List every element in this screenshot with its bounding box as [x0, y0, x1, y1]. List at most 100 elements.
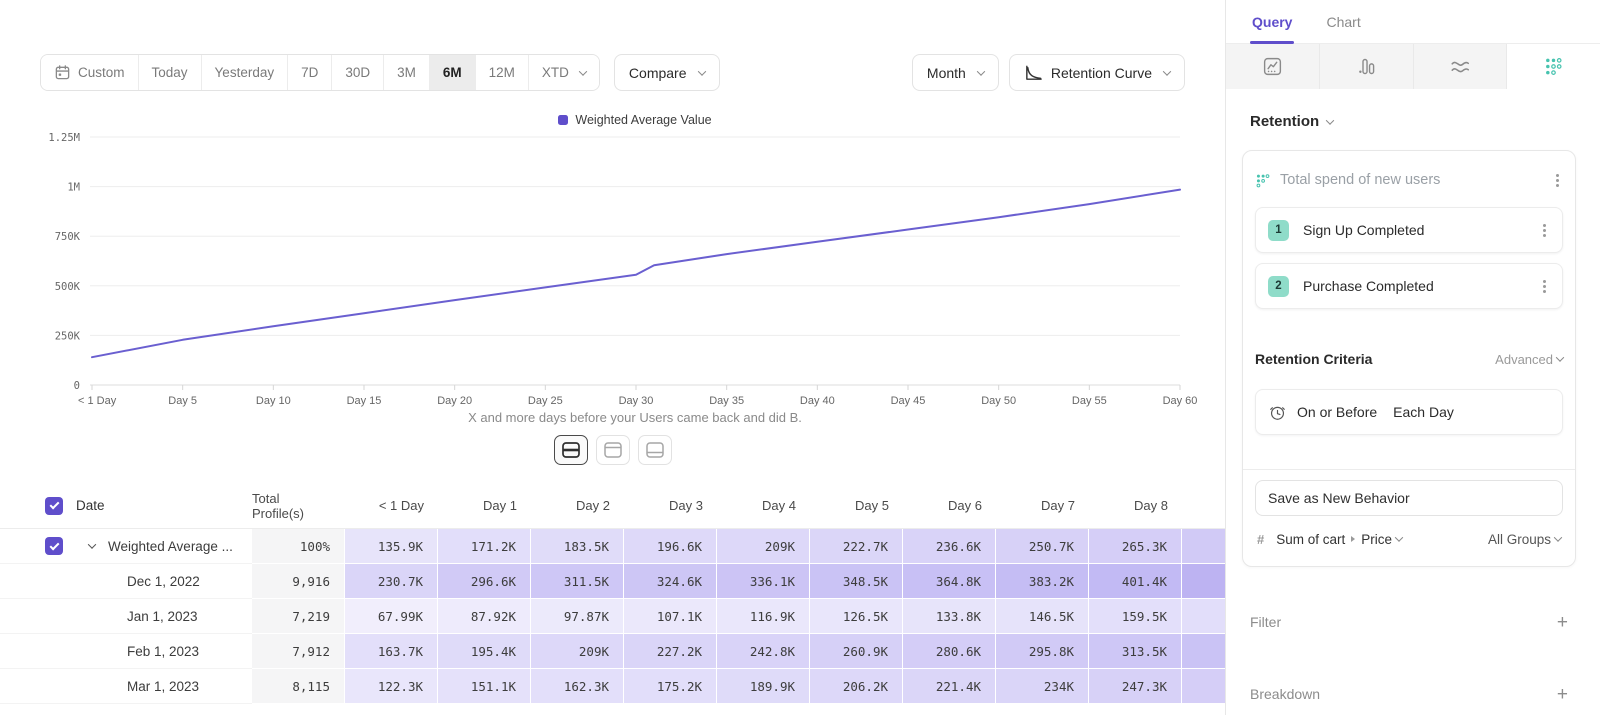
chart-type-select[interactable]: Retention Curve: [1009, 54, 1185, 91]
add-breakdown-button[interactable]: +: [1557, 685, 1568, 704]
criteria-mode-select[interactable]: Advanced: [1495, 352, 1563, 367]
insights-report-button[interactable]: [1226, 44, 1320, 89]
range-6m[interactable]: 6M: [429, 55, 475, 90]
funnels-report-button[interactable]: [1320, 44, 1414, 89]
range-xtd[interactable]: XTD: [528, 55, 599, 90]
event-row-sign-up-completed[interactable]: 1Sign Up Completed: [1255, 207, 1563, 253]
save-as-new-behavior-button[interactable]: Save as New Behavior: [1255, 480, 1563, 516]
row-label-cell[interactable]: Mar 1, 2023: [0, 669, 252, 704]
header-day-8[interactable]: Day 8: [1089, 498, 1182, 513]
header-day-3[interactable]: Day 3: [624, 498, 717, 513]
range-today[interactable]: Today: [138, 55, 201, 90]
retention-value-cell[interactable]: 401.4K: [1089, 564, 1182, 599]
split-view-button[interactable]: [554, 435, 588, 465]
row-label-cell[interactable]: Weighted Average ...: [0, 529, 252, 564]
range-custom[interactable]: Custom: [41, 55, 138, 90]
retention-value-cell[interactable]: 324.6K: [624, 564, 717, 599]
retention-value-cell[interactable]: 313.5K: [1089, 634, 1182, 669]
tab-query[interactable]: Query: [1252, 0, 1292, 44]
behavior-title-row[interactable]: Total spend of new users: [1255, 163, 1563, 197]
table-view-button[interactable]: [638, 435, 672, 465]
retention-value-cell[interactable]: 206.2K: [810, 669, 903, 704]
chart-view-button[interactable]: [596, 435, 630, 465]
row-checkbox[interactable]: [45, 497, 63, 515]
row-checkbox[interactable]: [45, 537, 63, 555]
flows-report-button[interactable]: [1414, 44, 1508, 89]
retention-value-cell[interactable]: 336.1K: [717, 564, 810, 599]
retention-value-cell[interactable]: 126.5K: [810, 599, 903, 634]
retention-value-cell[interactable]: 67.99K: [345, 599, 438, 634]
row-label-cell[interactable]: Feb 1, 2023: [0, 634, 252, 669]
event-row-purchase-completed[interactable]: 2Purchase Completed: [1255, 263, 1563, 309]
header-day-6[interactable]: Day 6: [903, 498, 996, 513]
retention-value-cell[interactable]: 116.9K: [717, 599, 810, 634]
retention-value-cell[interactable]: 247.3K: [1089, 669, 1182, 704]
retention-section-header[interactable]: Retention: [1250, 113, 1576, 130]
retention-value-cell[interactable]: 163.7K: [345, 634, 438, 669]
retention-value-cell[interactable]: 209K: [531, 634, 624, 669]
range-12m[interactable]: 12M: [475, 55, 528, 90]
retention-value-cell[interactable]: 195.4K: [438, 634, 531, 669]
row-expander-icon[interactable]: [88, 540, 96, 548]
retention-value-cell[interactable]: 280.6K: [903, 634, 996, 669]
retention-value-cell[interactable]: 107.1K: [624, 599, 717, 634]
retention-value-cell[interactable]: 242.8K: [717, 634, 810, 669]
header-day-2[interactable]: Day 2: [531, 498, 624, 513]
retention-value-cell[interactable]: 87.92K: [438, 599, 531, 634]
retention-value-cell[interactable]: 221.4K: [903, 669, 996, 704]
retention-value-cell[interactable]: 133.8K: [903, 599, 996, 634]
retention-value-cell[interactable]: 296.6K: [438, 564, 531, 599]
retention-value-cell[interactable]: 383.2K: [996, 564, 1089, 599]
retention-value-cell[interactable]: 230.7K: [345, 564, 438, 599]
chart-legend[interactable]: Weighted Average Value: [90, 113, 1180, 127]
criteria-card[interactable]: On or Before Each Day: [1255, 389, 1563, 435]
range-7d[interactable]: 7D: [287, 55, 331, 90]
retention-value-cell[interactable]: 151.1K: [438, 669, 531, 704]
retention-value-cell[interactable]: 183.5K: [531, 529, 624, 564]
retention-value-cell[interactable]: 209K: [717, 529, 810, 564]
retention-value-cell[interactable]: 146.5K: [996, 599, 1089, 634]
retention-value-cell[interactable]: 236.6K: [903, 529, 996, 564]
retention-value-cell[interactable]: 311.5K: [531, 564, 624, 599]
retention-value-cell[interactable]: 348.5K: [810, 564, 903, 599]
retention-value-cell[interactable]: 175.2K: [624, 669, 717, 704]
tab-chart[interactable]: Chart: [1326, 0, 1360, 44]
header-day-7[interactable]: Day 7: [996, 498, 1089, 513]
retention-value-cell[interactable]: 135.9K: [345, 529, 438, 564]
measure-row[interactable]: # Sum of cart Price All Groups: [1255, 524, 1563, 554]
retention-value-cell[interactable]: 295.8K: [996, 634, 1089, 669]
header-total-profile-s-[interactable]: Total Profile(s): [252, 491, 345, 521]
retention-value-cell[interactable]: 250.7K: [996, 529, 1089, 564]
add-filter-button[interactable]: +: [1557, 613, 1568, 632]
range-30d[interactable]: 30D: [331, 55, 383, 90]
header-day-4[interactable]: Day 4: [717, 498, 810, 513]
retention-value-cell[interactable]: 159.5K: [1089, 599, 1182, 634]
row-label-cell[interactable]: Jan 1, 2023: [0, 599, 252, 634]
line-chart-canvas[interactable]: 1.25M1M750K500K250K0< 1 DayDay 5Day 10Da…: [0, 113, 1225, 425]
retention-value-cell[interactable]: 122.3K: [345, 669, 438, 704]
header-day-5[interactable]: Day 5: [810, 498, 903, 513]
retention-value-cell[interactable]: 162.3K: [531, 669, 624, 704]
retention-value-cell[interactable]: 234K: [996, 669, 1089, 704]
retention-value-cell[interactable]: 227.2K: [624, 634, 717, 669]
retention-value-cell[interactable]: 189.9K: [717, 669, 810, 704]
retention-value-cell[interactable]: 260.9K: [810, 634, 903, 669]
header-day-1[interactable]: Day 1: [438, 498, 531, 513]
range-3m[interactable]: 3M: [383, 55, 429, 90]
compare-button[interactable]: Compare: [614, 54, 720, 91]
header--1-day[interactable]: < 1 Day: [345, 498, 438, 513]
row-label-cell[interactable]: Dec 1, 2022: [0, 564, 252, 599]
retention-value-cell[interactable]: 196.6K: [624, 529, 717, 564]
retention-value-cell[interactable]: 364.8K: [903, 564, 996, 599]
range-yesterday[interactable]: Yesterday: [201, 55, 288, 90]
group-select[interactable]: All Groups: [1488, 532, 1561, 547]
retention-value-cell[interactable]: 97.87K: [531, 599, 624, 634]
retention-value-cell[interactable]: 222.7K: [810, 529, 903, 564]
kebab-menu-icon[interactable]: [1543, 229, 1546, 232]
retention-value-cell[interactable]: 265.3K: [1089, 529, 1182, 564]
kebab-menu-icon[interactable]: [1556, 179, 1559, 182]
granularity-select[interactable]: Month: [912, 54, 999, 91]
retention-value-cell[interactable]: 171.2K: [438, 529, 531, 564]
kebab-menu-icon[interactable]: [1543, 285, 1546, 288]
retention-report-button[interactable]: [1507, 44, 1600, 89]
